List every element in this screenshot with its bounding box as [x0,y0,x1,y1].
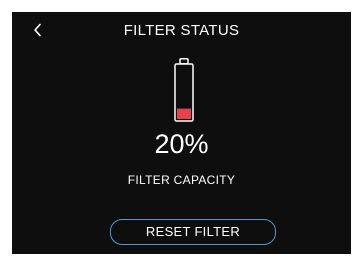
filter-status-screen: FILTER STATUS 20% FILTER CAPACITY RESET … [12,12,351,254]
battery-fill-level [177,108,191,119]
filter-capacity-label: FILTER CAPACITY [127,173,236,187]
page-title: FILTER STATUS [123,22,240,39]
reset-filter-button[interactable]: RESET FILTER [110,219,276,245]
battery-icon [174,58,194,122]
header: FILTER STATUS [12,12,351,48]
filter-capacity-value: 20% [154,129,209,159]
